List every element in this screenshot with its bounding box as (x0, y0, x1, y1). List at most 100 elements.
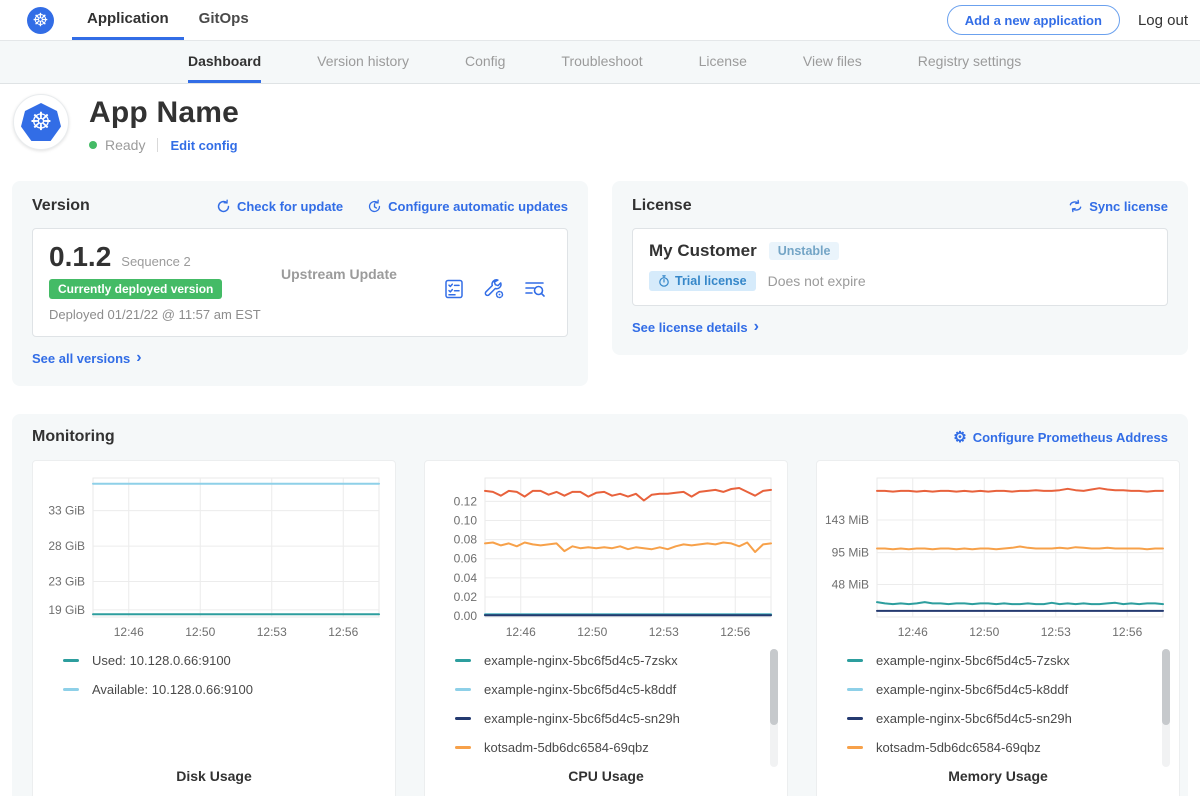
license-panel-header: License Sync license (632, 197, 1168, 215)
see-all-versions-label: See all versions (32, 351, 130, 366)
add-new-application-button[interactable]: Add a new application (947, 5, 1120, 35)
version-info: 0.1.2 Sequence 2 Currently deployed vers… (49, 241, 281, 322)
legend-label: kotsadm-5db6dc6584-69qbz (876, 740, 1041, 755)
version-number: 0.1.2 (49, 241, 111, 273)
version-panel: Version Check for update Configure automa… (12, 181, 588, 386)
legend-label: example-nginx-5bc6f5d4c5-sn29h (876, 711, 1072, 726)
app-subnav: Dashboard Version history Config Troublesho… (0, 41, 1200, 84)
legend-swatch-icon (455, 746, 471, 749)
chevron-right-icon: › (754, 319, 759, 335)
see-license-details-link[interactable]: See license details › (632, 320, 759, 336)
svg-text:12:46: 12:46 (898, 625, 928, 639)
sync-icon (1068, 199, 1083, 213)
see-license-details-label: See license details (632, 320, 748, 335)
version-panel-header: Version Check for update Configure automa… (32, 197, 568, 215)
logout-link[interactable]: Log out (1138, 12, 1188, 29)
license-expiry: Does not expire (768, 273, 866, 289)
legend-swatch-icon (847, 688, 863, 691)
legend-item: kotsadm-5db6dc6584-69qbz (847, 739, 1171, 755)
chart-legend: example-nginx-5bc6f5d4c5-7zskx example-ng… (847, 652, 1171, 768)
svg-text:0.04: 0.04 (454, 571, 478, 585)
edit-config-link[interactable]: Edit config (170, 138, 237, 153)
svg-text:28 GiB: 28 GiB (48, 539, 85, 553)
tab-view-files[interactable]: View files (803, 41, 862, 83)
gear-icon: ⚙ (953, 430, 966, 445)
app-logo: ☸ (13, 94, 69, 150)
chart-title: Disk Usage (41, 768, 387, 790)
svg-text:0.06: 0.06 (454, 552, 478, 566)
svg-text:0.02: 0.02 (454, 590, 478, 604)
legend-swatch-icon (455, 659, 471, 662)
topnav-items: ApplicationGitOps (72, 0, 264, 40)
current-version-box: 0.1.2 Sequence 2 Currently deployed vers… (32, 228, 568, 337)
legend-label: example-nginx-5bc6f5d4c5-k8ddf (484, 682, 676, 697)
brand: ☸ (27, 0, 54, 40)
tab-troubleshoot[interactable]: Troubleshoot (561, 41, 642, 83)
legend-scrollbar[interactable] (1162, 649, 1170, 767)
app-status-row: Ready Edit config (89, 137, 239, 153)
refresh-icon (216, 199, 231, 214)
chart-plot: 12:4612:5012:5312:560.000.020.040.060.08… (433, 471, 779, 643)
license-type-label: Trial license (675, 274, 747, 288)
status-text: Ready (105, 137, 145, 153)
chart-card-disk-usage: 12:4612:5012:5312:5619 GiB23 GiB28 GiB33… (32, 460, 396, 796)
version-sequence: Sequence 2 (121, 254, 190, 269)
check-for-update-link[interactable]: Check for update (216, 199, 343, 214)
legend-item: Used: 10.128.0.66:9100 (63, 652, 387, 668)
stopwatch-icon (658, 275, 670, 287)
customer-name: My Customer (649, 241, 757, 261)
see-all-versions-link[interactable]: See all versions › (32, 351, 142, 367)
svg-text:48 MiB: 48 MiB (832, 577, 869, 591)
scheduled-update-icon (367, 199, 382, 214)
svg-text:23 GiB: 23 GiB (48, 575, 85, 589)
scrollbar-thumb[interactable] (1162, 649, 1170, 725)
configure-automatic-updates-label: Configure automatic updates (388, 199, 568, 214)
svg-text:95 MiB: 95 MiB (832, 546, 869, 560)
configure-prometheus-label: Configure Prometheus Address (973, 430, 1168, 445)
deploy-logs-icon[interactable] (523, 278, 547, 300)
svg-text:0.10: 0.10 (454, 514, 478, 528)
svg-text:12:50: 12:50 (969, 625, 999, 639)
channel-badge: Unstable (769, 242, 840, 260)
chart-card-memory-usage: 12:4612:5012:5312:5648 MiB95 MiB143 MiBe… (816, 460, 1180, 796)
monitoring-heading: Monitoring (32, 428, 115, 446)
kubernetes-logo-icon: ☸ (27, 7, 54, 34)
configure-automatic-updates-link[interactable]: Configure automatic updates (367, 199, 568, 214)
tab-registry-settings[interactable]: Registry settings (918, 41, 1021, 83)
svg-text:12:50: 12:50 (185, 625, 215, 639)
tab-dashboard[interactable]: Dashboard (188, 41, 261, 83)
preflight-checks-icon[interactable] (443, 278, 465, 300)
svg-text:12:46: 12:46 (114, 625, 144, 639)
topnav-item-gitops[interactable]: GitOps (184, 0, 264, 40)
tab-config[interactable]: Config (465, 41, 505, 83)
legend-item: example-nginx-5bc6f5d4c5-7zskx (455, 652, 779, 668)
legend-scrollbar[interactable] (770, 649, 778, 767)
tab-license[interactable]: License (699, 41, 747, 83)
svg-text:12:50: 12:50 (577, 625, 607, 639)
svg-text:12:53: 12:53 (1041, 625, 1071, 639)
svg-text:12:56: 12:56 (720, 625, 750, 639)
legend-label: Available: 10.128.0.66:9100 (92, 682, 253, 697)
svg-text:33 GiB: 33 GiB (48, 504, 85, 518)
sync-license-link[interactable]: Sync license (1068, 199, 1168, 214)
svg-text:0.00: 0.00 (454, 609, 478, 623)
config-wrench-icon[interactable] (482, 278, 506, 300)
topnav-item-application[interactable]: Application (72, 0, 184, 40)
legend-item: example-nginx-5bc6f5d4c5-sn29h (847, 710, 1171, 726)
charts-row: 12:4612:5012:5312:5619 GiB23 GiB28 GiB33… (32, 460, 1168, 796)
legend-swatch-icon (847, 746, 863, 749)
configure-prometheus-link[interactable]: ⚙ Configure Prometheus Address (953, 430, 1168, 445)
deployed-timestamp: Deployed 01/21/22 @ 11:57 am EST (49, 307, 281, 322)
topnav-right: Add a new application Log out (947, 0, 1200, 40)
version-heading: Version (32, 197, 90, 215)
chart-plot: 12:4612:5012:5312:5619 GiB23 GiB28 GiB33… (41, 471, 387, 643)
tab-version-history[interactable]: Version history (317, 41, 409, 83)
legend-label: example-nginx-5bc6f5d4c5-7zskx (876, 653, 1070, 668)
page-title: App Name (89, 96, 239, 130)
chart-card-cpu-usage: 12:4612:5012:5312:560.000.020.040.060.08… (424, 460, 788, 796)
monitoring-header: Monitoring ⚙ Configure Prometheus Addres… (32, 428, 1168, 446)
scrollbar-thumb[interactable] (770, 649, 778, 725)
chart-plot: 12:4612:5012:5312:5648 MiB95 MiB143 MiB (825, 471, 1171, 643)
legend-label: kotsadm-5db6dc6584-69qbz (484, 740, 649, 755)
legend-swatch-icon (63, 659, 79, 662)
